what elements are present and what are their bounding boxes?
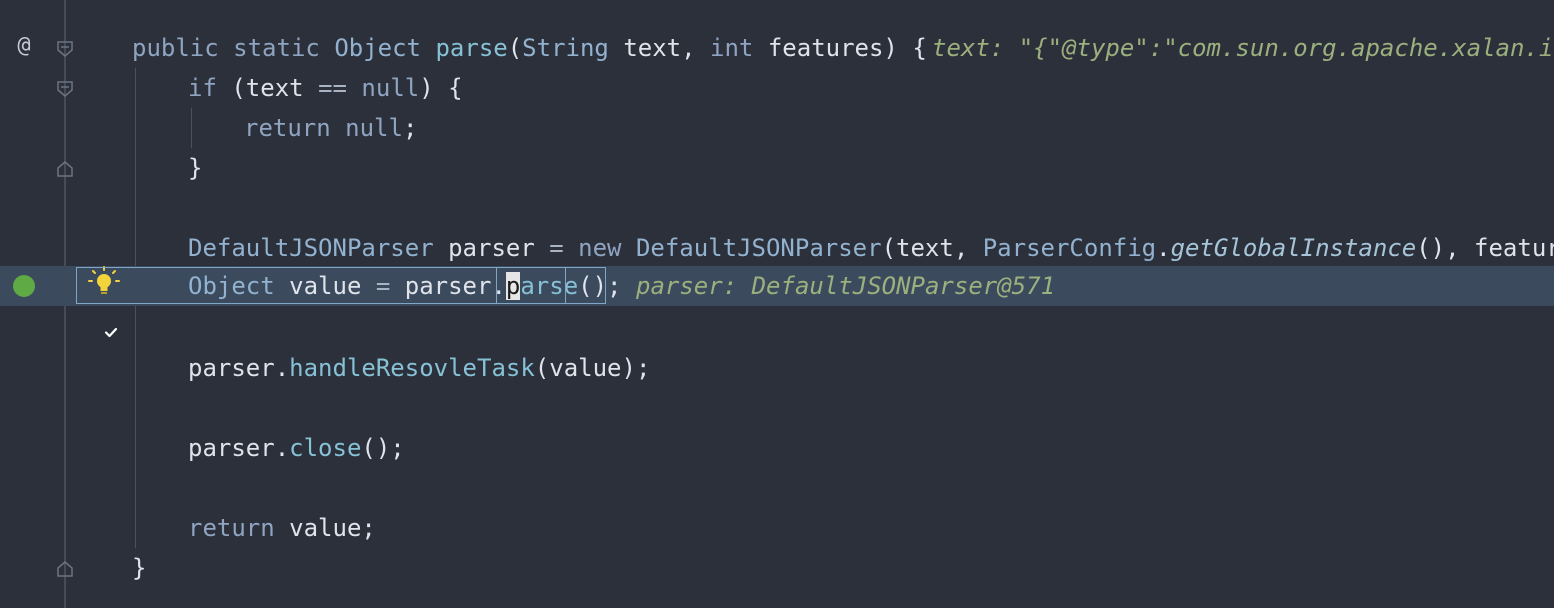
code-text: parser.close(); [188,434,405,462]
fold-marker-icon[interactable] [56,560,74,578]
inline-debug-value: parser: DefaultJSONParser@571 [636,272,1056,300]
code-line[interactable]: DefaultJSONParser parser = new DefaultJS… [0,228,1554,268]
code-line[interactable]: return null; [0,108,1554,148]
code-text: } [188,154,203,182]
fold-marker-icon[interactable] [56,160,74,178]
light-bulb-icon[interactable] [88,266,120,298]
inline-debug-value: text: "{"@type":"com.sun.org.apache.xala… [932,34,1554,62]
code-line[interactable]: parser.close(); [0,428,1554,468]
code-line[interactable]: } [0,148,1554,188]
code-line[interactable]: parser.handleResovleTask(value); [0,348,1554,388]
code-text: parser.handleResovleTask(value); [188,354,651,382]
code-text: return value; [188,514,376,542]
code-editor[interactable]: @ public static Object parse(String text… [0,0,1554,608]
code-text: } [132,554,147,582]
code-text: return null; [244,114,418,142]
code-text: DefaultJSONParser parser = new DefaultJS… [188,234,1554,262]
code-text: Object value = parser.parse(); [188,272,622,300]
code-line[interactable]: return value; [0,508,1554,548]
current-execution-line[interactable]: Object value = parser.parse(); parser: D… [0,266,1554,338]
code-line[interactable]: if (text == null) { [0,68,1554,108]
fold-marker-icon[interactable] [56,40,74,58]
check-circle-icon[interactable] [13,275,117,338]
fold-marker-icon[interactable] [56,80,74,98]
code-line[interactable]: } [0,548,1554,588]
code-text: if (text == null) { [188,74,463,102]
code-line[interactable]: @ public static Object parse(String text… [0,28,1554,68]
text-caret: p [505,272,521,300]
override-marker-icon[interactable]: @ [12,26,36,66]
code-text: public static Object parse(String text, … [132,34,927,62]
